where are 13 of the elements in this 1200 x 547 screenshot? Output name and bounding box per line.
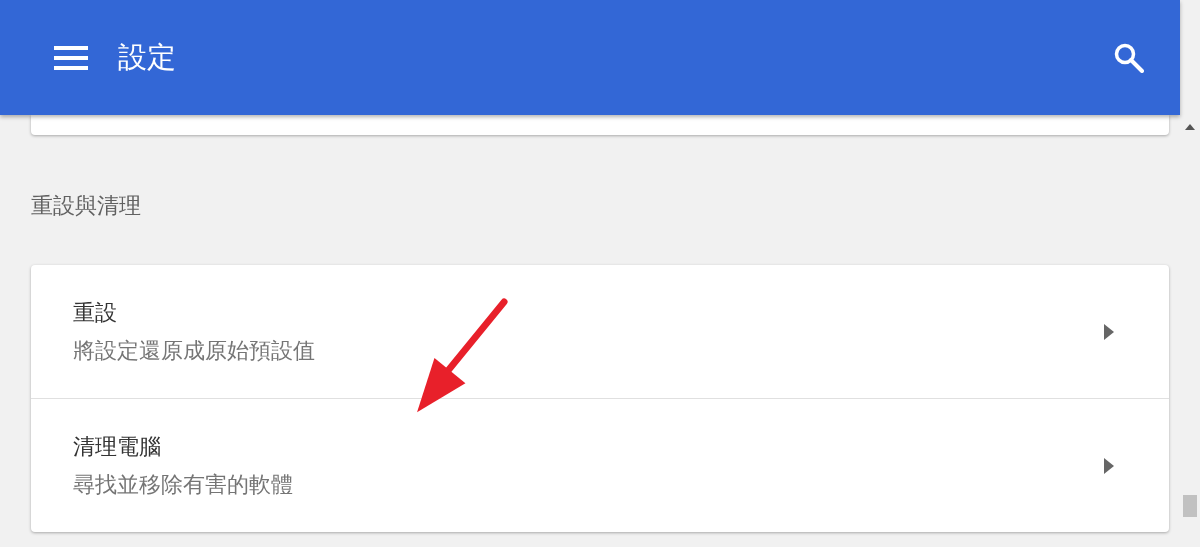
section-title: 重設與清理: [31, 192, 142, 220]
row-title: 重設: [73, 298, 118, 327]
settings-row[interactable]: 重設 將設定還原成原始預設值: [31, 265, 1169, 398]
search-icon[interactable]: [1114, 42, 1144, 73]
menu-icon[interactable]: [54, 45, 88, 70]
caret-icon: [1104, 457, 1114, 474]
row-title: 清理電腦: [73, 432, 162, 461]
page-title: 設定: [118, 38, 177, 76]
row-subtitle: 尋找並移除有害的軟體: [73, 470, 294, 499]
scroll-up-icon[interactable]: [1185, 124, 1195, 130]
caret-icon: [1104, 323, 1114, 340]
scroll-thumb[interactable]: [1183, 495, 1197, 517]
row-subtitle: 將設定還原成原始預設值: [73, 336, 316, 365]
